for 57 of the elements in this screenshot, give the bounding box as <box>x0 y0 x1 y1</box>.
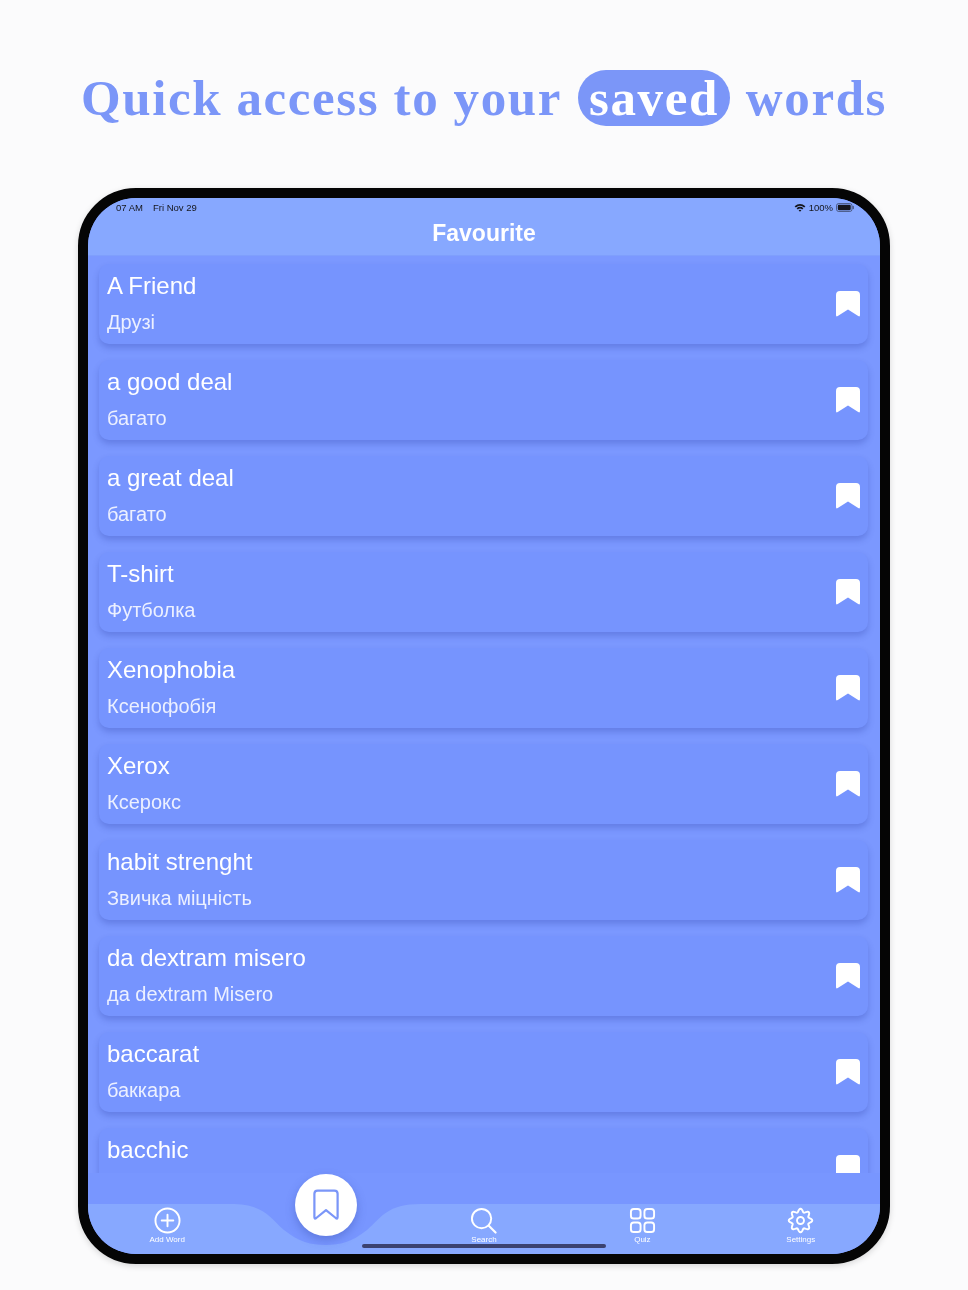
bookmark-icon[interactable] <box>836 387 860 413</box>
word-text: a great deal <box>107 464 234 492</box>
screen-title: Favourite <box>432 220 536 248</box>
headline-text: words <box>745 70 888 126</box>
bookmark-icon[interactable] <box>836 867 860 893</box>
bookmark-icon <box>312 1189 339 1221</box>
translation-text: баккара <box>107 1078 181 1102</box>
translation-text: Ксенофобія <box>107 694 217 718</box>
word-text: T-shirt <box>107 560 174 588</box>
favourites-tab[interactable] <box>294 1174 357 1236</box>
status-date: Fri Nov 29 <box>152 201 197 213</box>
translation-text: Ксерокс <box>107 790 181 814</box>
word-card[interactable]: a good deal багато <box>99 360 868 440</box>
word-text: a good deal <box>107 368 233 396</box>
word-text: baccarat <box>107 1040 200 1068</box>
bookmark-icon[interactable] <box>836 963 860 989</box>
word-card[interactable]: baccarat баккара <box>99 1032 868 1112</box>
word-text: A Friend <box>107 272 197 300</box>
translation-text: багато <box>107 502 167 526</box>
translation-text: Звичка міцність <box>107 886 252 910</box>
bookmark-icon[interactable] <box>836 579 860 605</box>
settings-tab[interactable]: Settings <box>786 1207 816 1244</box>
grid-icon <box>628 1207 656 1234</box>
translation-text: Футболка <box>107 598 196 622</box>
word-text: Xerox <box>107 752 170 780</box>
search-tab[interactable]: Search <box>470 1207 498 1244</box>
word-card[interactable]: bacchic <box>99 1128 868 1173</box>
battery-icon <box>836 202 854 212</box>
quiz-tab[interactable]: Quiz <box>628 1207 656 1244</box>
bookmark-icon[interactable] <box>836 1059 860 1085</box>
word-text: habit strenght <box>107 848 253 876</box>
translation-text: Друзі <box>107 310 156 334</box>
bookmark-icon[interactable] <box>836 771 860 797</box>
add-word-tab[interactable]: Add Word <box>149 1207 185 1244</box>
status-time: 07 AM <box>116 201 143 213</box>
translation-text: да dextram Misero <box>107 982 274 1006</box>
bookmark-icon[interactable] <box>836 291 860 317</box>
word-text: bacchic <box>107 1136 189 1164</box>
settings-icon <box>787 1207 815 1234</box>
word-card[interactable]: Xenophobia Ксенофобія <box>99 648 868 728</box>
word-card[interactable]: a great deal багато <box>99 456 868 536</box>
search-icon <box>470 1207 498 1234</box>
battery-percent: 100% <box>808 201 833 213</box>
word-card[interactable]: habit strenght Звичка міцність <box>99 840 868 920</box>
wifi-icon <box>793 202 806 212</box>
word-card[interactable]: Xerox Ксерокс <box>99 744 868 824</box>
plus-circle-icon <box>153 1207 181 1234</box>
word-text: da dextram misero <box>107 944 306 972</box>
word-card[interactable]: da dextram misero да dextram Misero <box>99 936 868 1016</box>
translation-text: багато <box>107 406 167 430</box>
bookmark-icon[interactable] <box>836 483 860 509</box>
word-text: Xenophobia <box>107 656 236 684</box>
highlight-pill: saved <box>578 70 730 126</box>
word-card[interactable]: T-shirt Футболка <box>99 552 868 632</box>
headline-text: Quick access to your <box>80 70 562 126</box>
word-card[interactable]: A Friend Друзі <box>99 264 868 344</box>
bookmark-icon[interactable] <box>836 675 860 701</box>
